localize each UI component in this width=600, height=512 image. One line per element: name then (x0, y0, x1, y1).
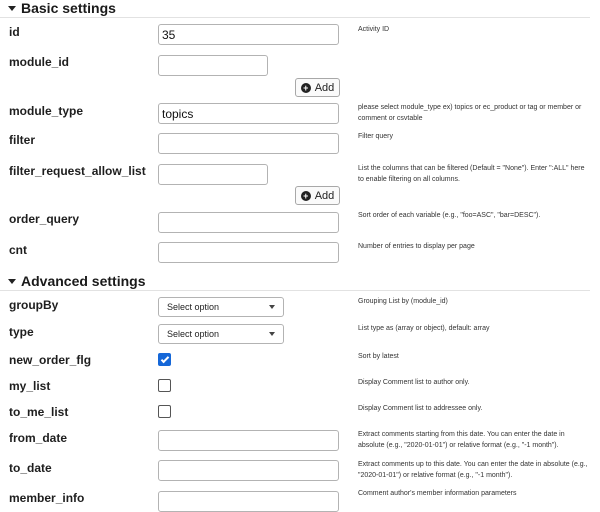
cnt-help: Number of entries to display per page (358, 243, 475, 250)
my-list-checkbox[interactable] (158, 379, 171, 392)
module-type-input[interactable] (158, 103, 339, 124)
filter-request-allow-list-add-button[interactable]: + Add (295, 186, 340, 205)
caret-down-icon (8, 278, 16, 284)
chevron-down-icon (269, 332, 275, 336)
field-label-filter: filter (9, 133, 36, 147)
basic-settings-divider (0, 17, 590, 18)
module-id-add-label: Add (314, 81, 335, 94)
my-list-help: Display Comment list to author only. (358, 379, 470, 386)
type-select[interactable]: Select option (158, 324, 284, 344)
basic-settings-title: Basic settings (21, 0, 116, 16)
module-type-help: please select module_type ex) topics or … (358, 104, 582, 122)
advanced-settings-title: Advanced settings (21, 273, 146, 289)
plus-circle-icon: + (300, 190, 311, 201)
filter-request-allow-list-input[interactable] (158, 164, 268, 185)
field-label-new-order-flg: new_order_flg (9, 353, 92, 367)
field-label-my-list: my_list (9, 379, 51, 393)
groupby-help: Grouping List by (module_id) (358, 298, 448, 305)
basic-settings-header[interactable]: Basic settings (8, 0, 116, 16)
to-me-list-checkbox[interactable] (158, 405, 171, 418)
field-label-module-id: module_id (9, 55, 70, 69)
field-label-id: id (9, 25, 20, 39)
filter-input[interactable] (158, 133, 339, 154)
advanced-settings-header[interactable]: Advanced settings (8, 273, 145, 289)
id-input[interactable] (158, 24, 339, 45)
module-id-input[interactable] (158, 55, 268, 76)
caret-down-icon (8, 5, 16, 11)
to-me-list-help: Display Comment list to addressee only. (358, 405, 483, 412)
new-order-flg-help: Sort by latest (358, 353, 399, 360)
order-query-help: Sort order of each variable (e.g., "foo=… (358, 212, 541, 219)
type-help: List type as (array or object), default:… (358, 325, 490, 332)
filter-request-allow-list-add-label: Add (314, 189, 335, 202)
groupby-select-value: Select option (167, 302, 220, 312)
to-date-input[interactable] (158, 460, 339, 481)
chevron-down-icon (269, 305, 275, 309)
field-label-to-me-list: to_me_list (9, 405, 69, 419)
from-date-help: Extract comments starting from this date… (358, 431, 565, 449)
plus-circle-icon: + (300, 82, 311, 93)
cnt-input[interactable] (158, 242, 339, 263)
member-info-help: Comment author's member information para… (358, 490, 517, 497)
field-label-groupby: groupBy (9, 298, 59, 312)
to-date-help: Extract comments up to this date. You ca… (358, 461, 588, 479)
field-label-from-date: from_date (9, 431, 68, 445)
field-label-member-info: member_info (9, 491, 85, 505)
checkmark-icon (160, 354, 169, 363)
filter-request-allow-list-help: List the columns that can be filtered (D… (358, 165, 585, 183)
type-select-value: Select option (167, 329, 220, 339)
field-label-filter-request-allow-list: filter_request_allow_list (9, 164, 146, 178)
advanced-settings-divider (0, 290, 590, 291)
field-label-cnt: cnt (9, 243, 27, 257)
id-help: Activity ID (358, 26, 390, 33)
groupby-select[interactable]: Select option (158, 297, 284, 317)
member-info-input[interactable] (158, 491, 339, 512)
from-date-input[interactable] (158, 430, 339, 451)
order-query-input[interactable] (158, 212, 339, 233)
field-label-type: type (9, 325, 34, 339)
field-label-order-query: order_query (9, 212, 80, 226)
field-label-to-date: to_date (9, 461, 52, 475)
module-id-add-button[interactable]: + Add (295, 78, 340, 97)
filter-help: Filter query (358, 133, 394, 140)
new-order-flg-checkbox[interactable] (158, 353, 171, 366)
field-label-module-type: module_type (9, 104, 84, 118)
